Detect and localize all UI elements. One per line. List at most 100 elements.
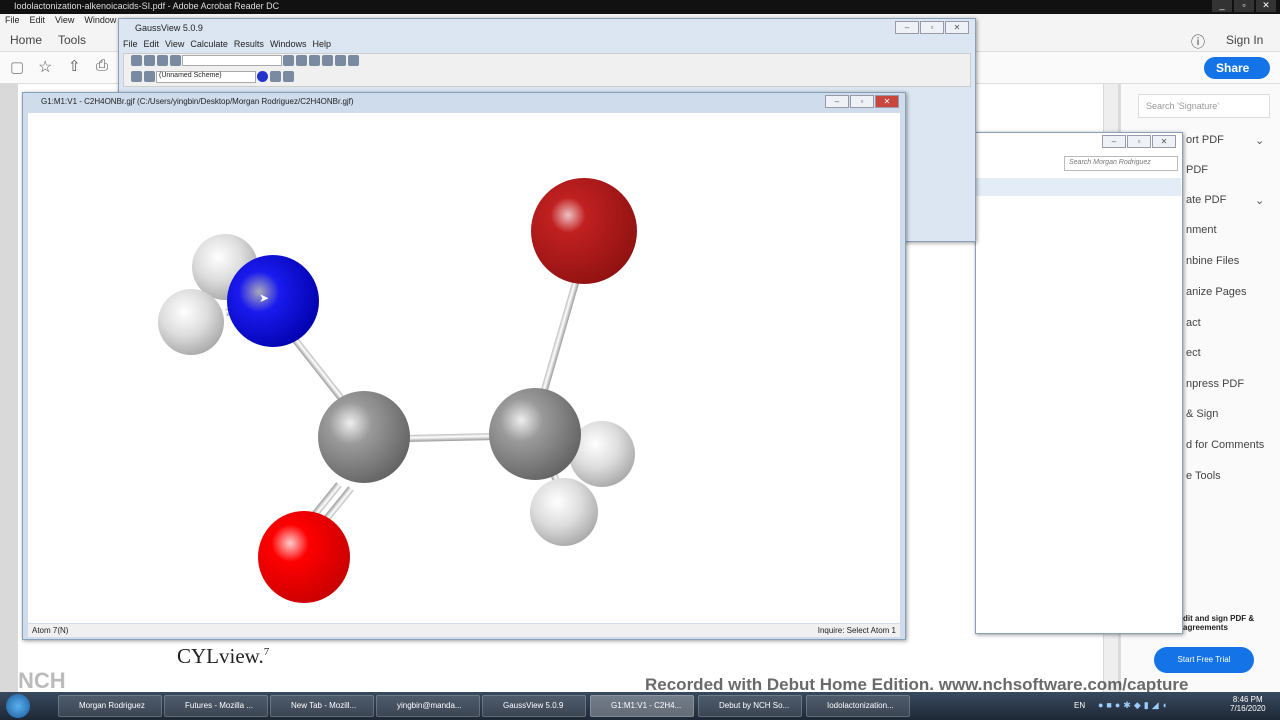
tray-icons[interactable]: ●■●✱◆▮◢◖ xyxy=(1098,700,1170,711)
chevron-down-icon[interactable]: ⌄ xyxy=(1255,134,1264,147)
hydrogen-atom[interactable] xyxy=(158,289,224,355)
menu-file[interactable]: File xyxy=(123,39,138,49)
print-icon[interactable]: ⎙ xyxy=(96,57,108,74)
toolbar-icon[interactable] xyxy=(283,71,294,82)
close-button[interactable]: ✕ xyxy=(945,21,969,34)
clock[interactable]: 8:46 PM 7/16/2020 xyxy=(1230,695,1266,713)
molecule-view-window: G1:M1:V1 - C2H4ONBr.gjf (C:/Users/yingbi… xyxy=(22,92,906,640)
hydrogen-atom[interactable] xyxy=(530,478,598,546)
chevron-down-icon[interactable]: ⌄ xyxy=(1255,194,1264,207)
toolbar-icon[interactable] xyxy=(296,55,307,66)
language-indicator[interactable]: EN xyxy=(1074,701,1085,710)
oxygen-atom[interactable] xyxy=(258,511,350,603)
maximize-button[interactable]: ▫ xyxy=(850,95,874,108)
window-controls: – ▫ ✕ xyxy=(1102,135,1176,148)
tool-comment[interactable]: nment xyxy=(1186,224,1217,236)
toolbar-icon[interactable] xyxy=(131,71,142,82)
tool-compress-pdf[interactable]: npress PDF xyxy=(1186,378,1244,390)
tool-fill-sign[interactable]: & Sign xyxy=(1186,408,1218,420)
taskbar-item-debut[interactable]: Debut by NCH So... xyxy=(698,695,802,717)
tool-send-for-comments[interactable]: d for Comments xyxy=(1186,439,1264,451)
toolbar-icon[interactable] xyxy=(283,55,294,66)
toolbar-icon[interactable] xyxy=(309,55,320,66)
tool-organize-pages[interactable]: anize Pages xyxy=(1186,286,1247,298)
bond-c-c[interactable] xyxy=(405,433,492,442)
close-button[interactable]: ✕ xyxy=(875,95,899,108)
toolbar-icon[interactable] xyxy=(322,55,333,66)
bond-c-br[interactable] xyxy=(540,280,580,393)
share-button[interactable]: Share xyxy=(1204,57,1270,79)
help-icon[interactable]: ⓘ xyxy=(1191,32,1205,52)
share-label: Share xyxy=(1216,61,1250,75)
minimize-button[interactable]: _ xyxy=(1212,0,1232,12)
minimize-button[interactable]: – xyxy=(895,21,919,34)
signature-search-input[interactable]: Search 'Signature' xyxy=(1138,94,1270,118)
start-button[interactable] xyxy=(6,694,30,718)
tool-protect[interactable]: ect xyxy=(1186,347,1201,359)
molecule-canvas[interactable]: ➤ xyxy=(28,113,900,623)
menu-help[interactable]: Help xyxy=(312,39,331,49)
tool-more-tools[interactable]: e Tools xyxy=(1186,470,1221,482)
start-free-trial-button[interactable]: Start Free Trial xyxy=(1154,647,1254,673)
scheme-select[interactable]: (Unnamed Scheme) xyxy=(156,70,256,83)
taskbar-item-firefox-futures[interactable]: Futures - Mozilla ... xyxy=(164,695,268,717)
taskbar-item-acrobat[interactable]: Iodolactonization... xyxy=(806,695,910,717)
toolbar-icon[interactable] xyxy=(157,55,168,66)
tab-tools[interactable]: Tools xyxy=(58,33,86,47)
toolbar-icon[interactable] xyxy=(131,55,142,66)
tool-create-pdf[interactable]: ate PDF xyxy=(1186,194,1226,206)
element-combo[interactable] xyxy=(182,55,282,66)
toolbar-icon[interactable] xyxy=(144,55,155,66)
toolbar-icon[interactable] xyxy=(348,55,359,66)
window-controls: _ ▫ ✕ xyxy=(1212,0,1276,12)
maximize-button[interactable]: ▫ xyxy=(1127,135,1151,148)
tool-combine-files[interactable]: nbine Files xyxy=(1186,255,1239,267)
close-button[interactable]: ✕ xyxy=(1152,135,1176,148)
explorer-window: – ▫ ✕ Search Morgan Rodriguez xyxy=(975,132,1183,634)
taskbar-item-gaussview[interactable]: GaussView 5.0.9 xyxy=(482,695,586,717)
taskbar-item-molecule-window[interactable]: G1:M1:V1 - C2H4... xyxy=(590,695,694,717)
minimize-button[interactable]: – xyxy=(825,95,849,108)
menu-file[interactable]: File xyxy=(5,15,20,27)
minimize-button[interactable]: – xyxy=(1102,135,1126,148)
bromine-atom[interactable] xyxy=(531,178,637,284)
toolbar-icon[interactable] xyxy=(144,71,155,82)
upload-icon[interactable]: ⇧ xyxy=(68,57,81,75)
taskbar-item-firefox-newtab[interactable]: New Tab - Mozill... xyxy=(270,695,374,717)
doc-text: CYLview.7 xyxy=(177,644,269,669)
menu-view[interactable]: View xyxy=(55,15,74,27)
toolbar-icon[interactable] xyxy=(335,55,346,66)
tool-export-pdf[interactable]: ort PDF xyxy=(1186,134,1224,146)
toolbar-icon[interactable] xyxy=(170,55,181,66)
maximize-button[interactable]: ▫ xyxy=(920,21,944,34)
color-icon[interactable] xyxy=(257,71,268,82)
toolbar-icon[interactable] xyxy=(270,71,281,82)
menu-results[interactable]: Results xyxy=(234,39,264,49)
save-icon[interactable]: ▢ xyxy=(10,58,24,76)
bond-n-c[interactable] xyxy=(288,332,349,407)
tool-redact[interactable]: act xyxy=(1186,317,1201,329)
cursor-icon: ➤ xyxy=(259,291,270,305)
explorer-search-input[interactable]: Search Morgan Rodriguez xyxy=(1064,156,1178,171)
maximize-button[interactable]: ▫ xyxy=(1234,0,1254,12)
carbon-atom[interactable] xyxy=(489,388,581,480)
tool-edit-pdf[interactable]: PDF xyxy=(1186,164,1208,176)
menu-window[interactable]: Window xyxy=(84,15,116,27)
gaussview-toolbar: (Unnamed Scheme) xyxy=(123,53,971,87)
menu-calculate[interactable]: Calculate xyxy=(190,39,228,49)
menu-view[interactable]: View xyxy=(165,39,184,49)
clock-time: 8:46 PM xyxy=(1232,695,1263,704)
trial-label: Start Free Trial xyxy=(1177,655,1231,664)
close-button[interactable]: ✕ xyxy=(1256,0,1276,12)
tab-home[interactable]: Home xyxy=(10,33,42,47)
window-controls: – ▫ ✕ xyxy=(825,95,899,108)
menu-edit[interactable]: Edit xyxy=(30,15,46,27)
taskbar-item-explorer[interactable]: Morgan Rodriguez xyxy=(58,695,162,717)
taskbar-item-terminal[interactable]: yingbin@manda... xyxy=(376,695,480,717)
menu-windows[interactable]: Windows xyxy=(270,39,307,49)
star-icon[interactable]: ☆ xyxy=(38,57,52,77)
menu-edit[interactable]: Edit xyxy=(144,39,160,49)
nitrogen-atom[interactable] xyxy=(227,255,319,347)
carbon-atom[interactable] xyxy=(318,391,410,483)
sign-in-link[interactable]: Sign In xyxy=(1226,33,1263,47)
